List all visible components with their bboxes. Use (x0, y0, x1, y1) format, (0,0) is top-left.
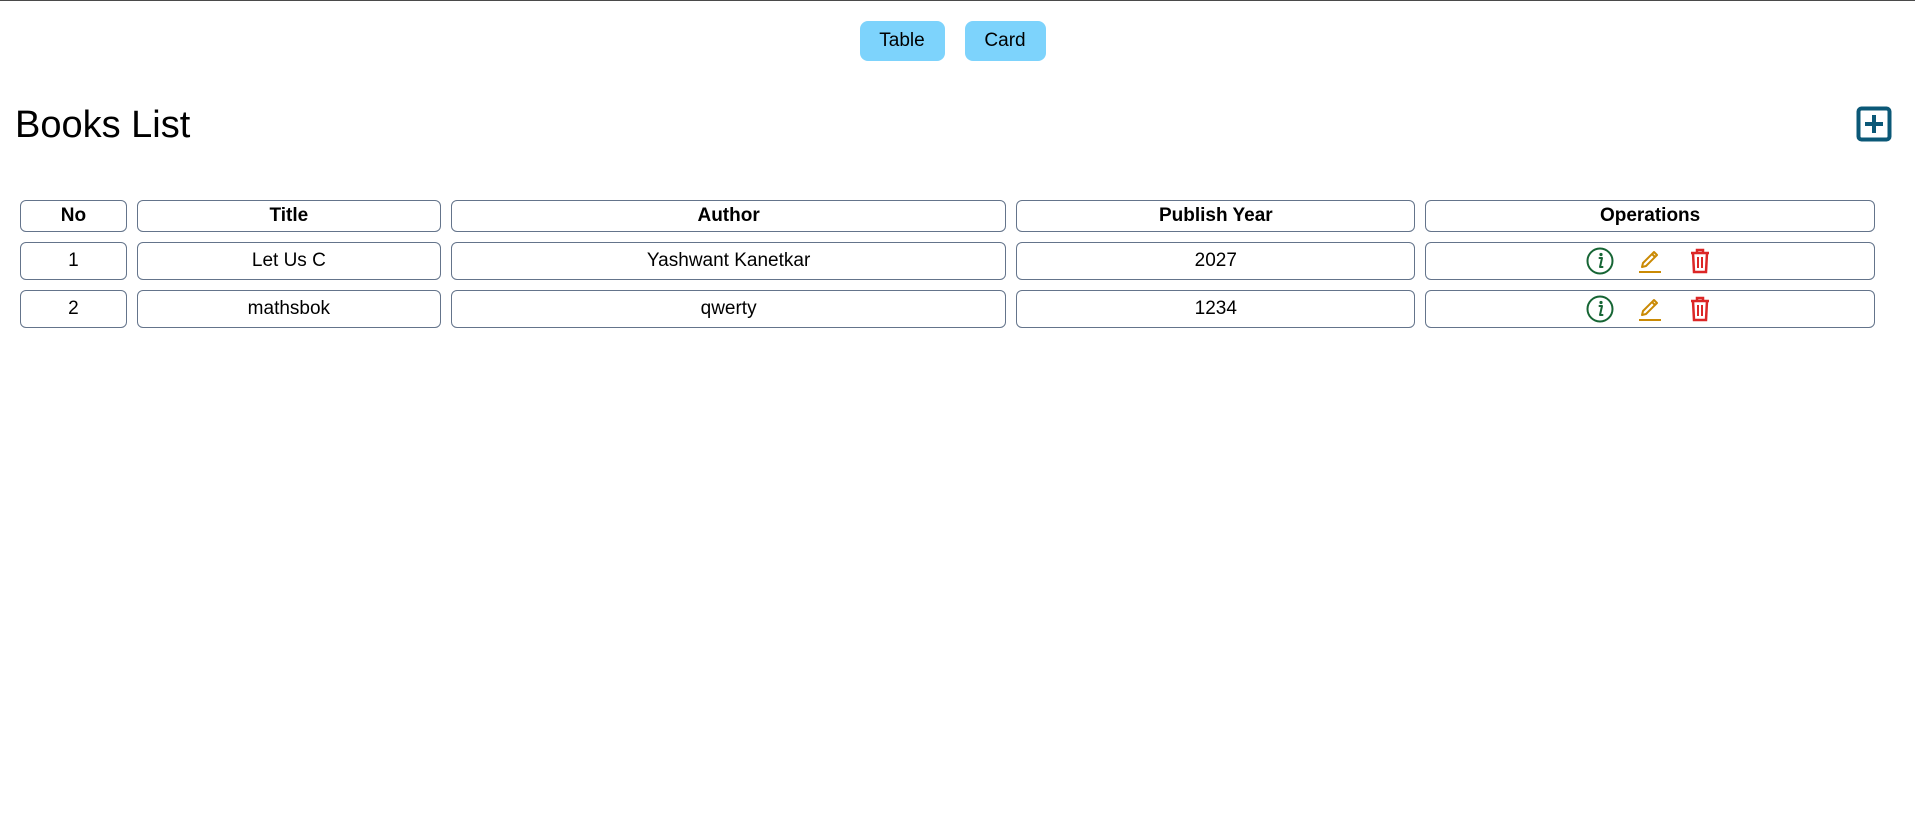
view-toggle: Table Card (0, 21, 1915, 61)
operations-group (1426, 246, 1874, 276)
header-author: Author (450, 200, 1007, 232)
cell-publish-year: 1234 (1016, 290, 1416, 328)
pencil-icon[interactable] (1635, 294, 1665, 324)
header-title: Title (136, 200, 441, 232)
table-header-row: No Title Author Publish Year Operations (20, 200, 1875, 232)
page-title: Books List (15, 104, 191, 146)
table-row: 1 Let Us C Yashwant Kanetkar 2027 (20, 242, 1875, 280)
cell-title: mathsbok (136, 290, 441, 328)
cell-operations (1425, 290, 1875, 328)
books-table: No Title Author Publish Year Operations … (10, 190, 1885, 338)
trash-icon[interactable] (1685, 246, 1715, 276)
top-divider (0, 0, 1915, 1)
header-operations: Operations (1425, 200, 1875, 232)
header-no: No (20, 200, 127, 232)
card-view-button[interactable]: Card (964, 21, 1046, 61)
cell-operations (1425, 242, 1875, 280)
cell-author: qwerty (450, 290, 1007, 328)
header-publish-year: Publish Year (1016, 200, 1416, 232)
cell-author: Yashwant Kanetkar (450, 242, 1007, 280)
operations-group (1426, 294, 1874, 324)
info-circle-icon[interactable] (1585, 294, 1615, 324)
cell-no: 1 (20, 242, 127, 280)
table-view-button[interactable]: Table (859, 21, 945, 61)
pencil-icon[interactable] (1635, 246, 1665, 276)
trash-icon[interactable] (1685, 294, 1715, 324)
info-circle-icon[interactable] (1585, 246, 1615, 276)
plus-square-icon[interactable] (1856, 106, 1892, 142)
cell-title: Let Us C (136, 242, 441, 280)
table-row: 2 mathsbok qwerty 1234 (20, 290, 1875, 328)
cell-publish-year: 2027 (1016, 242, 1416, 280)
cell-no: 2 (20, 290, 127, 328)
